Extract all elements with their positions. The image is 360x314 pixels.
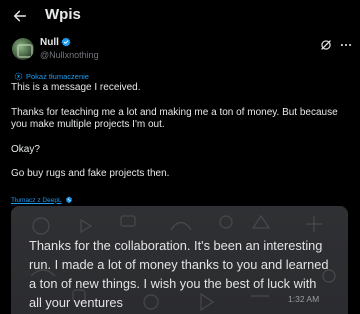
show-translation-link[interactable]: Pokaż tłumaczenie — [14, 71, 89, 81]
attached-screenshot-image[interactable]: Thanks for the collaboration. It's been … — [11, 206, 348, 314]
back-button[interactable] — [10, 6, 30, 26]
tweet-paragraph: Okay? — [11, 143, 40, 155]
page-title: Wpis — [45, 6, 81, 23]
translated-by-deepl-link[interactable]: Tłumacz z DeepL — [11, 196, 73, 204]
message-timestamp: 1:32 AM — [288, 294, 320, 304]
message-text: Thanks for the collaboration. It's been … — [29, 238, 329, 310]
arrow-left-icon — [13, 10, 27, 22]
author-handle[interactable]: @Nullxnothing — [40, 50, 99, 60]
show-translation-label: Pokaż tłumaczenie — [26, 71, 89, 81]
author-display-name[interactable]: Null — [40, 37, 59, 48]
tweet-body: This is a message I received. Thanks for… — [11, 82, 351, 181]
translate-icon — [14, 72, 23, 80]
deepl-logo-icon — [65, 196, 72, 204]
tweet-paragraph: Go buy rugs and fake projects then. — [11, 168, 170, 179]
translated-by-label: Tłumacz z DeepL — [11, 196, 62, 204]
avatar[interactable] — [12, 38, 34, 60]
grok-icon[interactable] — [319, 38, 333, 52]
tweet-paragraph: Thanks for teaching me a lot and making … — [11, 106, 338, 131]
more-options-icon[interactable] — [339, 38, 353, 52]
top-bar: Wpis — [0, 0, 360, 32]
verified-badge-icon — [61, 37, 71, 47]
tweet-paragraph: This is a message I received. — [11, 82, 141, 93]
